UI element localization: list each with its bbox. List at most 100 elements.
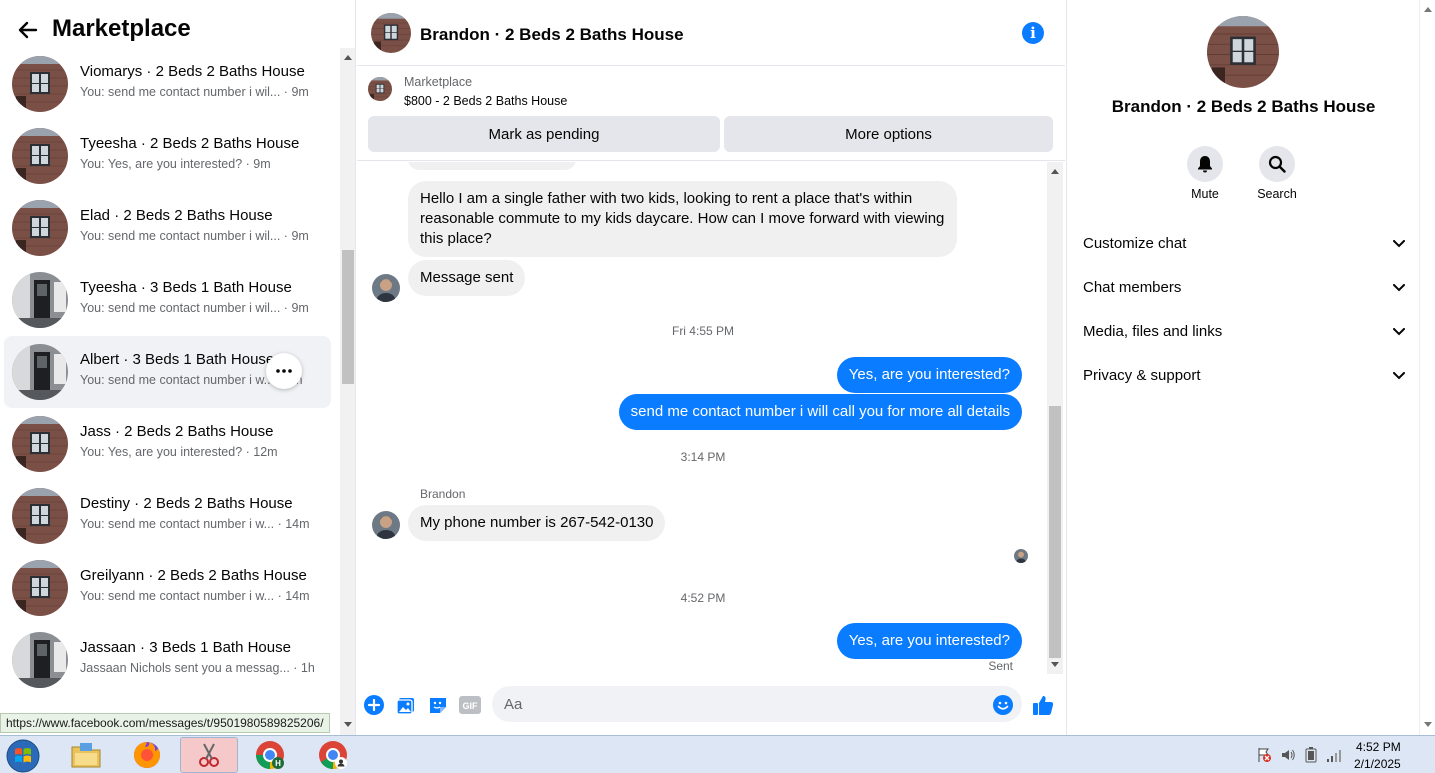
info-icon[interactable]: i — [1022, 22, 1044, 44]
conversation-sidebar: Marketplace Viomarys · 2 Beds 2 Baths Ho… — [0, 0, 356, 735]
sent-status: Sent — [988, 659, 1013, 673]
conversation-item[interactable]: Greilyann · 2 Beds 2 Baths House You: sen… — [4, 552, 331, 624]
conversation-snippet: You: send me contact number i w... · 14m — [80, 517, 310, 531]
photo-icon[interactable] — [395, 694, 417, 716]
mute-button[interactable]: Mute — [1175, 146, 1235, 201]
read-receipt-avatar — [1014, 549, 1028, 563]
message-bubble-incoming: My phone number is 267-542-0130 — [408, 505, 666, 541]
sidebar-scrollbar[interactable] — [340, 48, 355, 735]
listing-thumbnail — [12, 344, 68, 400]
chat-scrollbar[interactable] — [1047, 162, 1063, 674]
network-signal-icon[interactable] — [1326, 747, 1344, 768]
chat-info-panel: Brandon · 2 Beds 2 Baths House Mute Sear… — [1066, 0, 1419, 735]
scroll-down-arrow[interactable] — [1424, 722, 1432, 727]
sender-avatar[interactable] — [372, 274, 400, 302]
conversation-snippet: You: send me contact number i w... · 14m — [80, 589, 310, 603]
chevron-down-icon — [1393, 367, 1405, 384]
chat-avatar[interactable] — [371, 13, 411, 53]
message-bubble-outgoing: send me contact number i will call you f… — [618, 394, 1022, 430]
conversation-snippet: You: send me contact number i wil... · 9… — [80, 229, 309, 243]
listing-thumbnail — [12, 416, 68, 472]
firefox-icon[interactable] — [118, 737, 176, 773]
scroll-thumb[interactable] — [1049, 406, 1061, 658]
listing-thumbnail — [12, 56, 68, 112]
scroll-up-arrow[interactable] — [1424, 7, 1432, 12]
bell-icon — [1187, 146, 1223, 182]
conversation-item[interactable]: Viomarys · 2 Beds 2 Baths House You: send… — [4, 48, 331, 120]
message-bubble-partial — [408, 162, 576, 170]
message-bubble-outgoing: Yes, are you interested? — [836, 357, 1022, 393]
search-icon — [1259, 146, 1295, 182]
sender-name: Brandon — [420, 487, 466, 501]
section-label: Media, files and links — [1083, 322, 1223, 340]
search-button[interactable]: Search — [1247, 146, 1307, 201]
status-bar-url: https://www.facebook.com/messages/t/9501… — [0, 713, 330, 733]
message-input[interactable] — [492, 686, 1022, 722]
battery-icon[interactable] — [1305, 747, 1317, 768]
conversation-name: Elad · 2 Beds 2 Baths House — [80, 207, 273, 224]
volume-icon[interactable] — [1280, 747, 1296, 768]
more-options-button[interactable]: More options — [724, 116, 1053, 152]
chat-title[interactable]: Brandon · 2 Beds 2 Baths House — [420, 25, 684, 45]
sticker-icon[interactable] — [427, 694, 449, 716]
conversation-item[interactable]: Albert · 3 Beds 1 Bath House You: send me… — [4, 336, 331, 408]
customize-chat-section[interactable]: Customize chat — [1083, 225, 1405, 261]
listing-thumbnail — [12, 128, 68, 184]
mute-label: Mute — [1191, 187, 1219, 201]
chevron-down-icon — [1393, 323, 1405, 340]
conversation-item[interactable]: Elad · 2 Beds 2 Baths House You: send me … — [4, 192, 331, 264]
listing-thumbnail — [12, 272, 68, 328]
conversation-item[interactable]: Tyeesha · 3 Beds 1 Bath House You: send m… — [4, 264, 331, 336]
mark-pending-button[interactable]: Mark as pending — [368, 116, 720, 152]
plus-icon[interactable] — [363, 694, 385, 716]
back-arrow-icon[interactable] — [15, 17, 41, 43]
timestamp: 4:52 PM — [680, 591, 726, 605]
timestamp: 3:14 PM — [680, 450, 726, 464]
chat-members-section[interactable]: Chat members — [1083, 269, 1405, 305]
privacy-support-section[interactable]: Privacy & support — [1083, 357, 1405, 393]
thumbs-up-icon[interactable] — [1032, 694, 1054, 716]
conversation-item[interactable]: Tyeesha · 2 Beds 2 Baths House You: Yes, … — [4, 120, 331, 192]
scroll-thumb[interactable] — [342, 250, 354, 384]
clock-date[interactable]: 2/1/2025 — [1354, 757, 1401, 771]
listing-label: Marketplace — [404, 75, 473, 89]
page-scrollbar[interactable] — [1419, 0, 1435, 735]
scroll-up-arrow[interactable] — [344, 55, 352, 60]
conversation-item[interactable]: Jassaan · 3 Beds 1 Bath House Jassaan Nic… — [4, 624, 331, 696]
profile-title: Brandon · 2 Beds 2 Baths House — [1111, 97, 1376, 116]
scroll-up-arrow[interactable] — [1051, 169, 1059, 174]
action-center-flag-icon[interactable] — [1256, 747, 1272, 768]
sender-avatar[interactable] — [372, 511, 400, 539]
gif-icon[interactable]: GIF — [459, 694, 481, 716]
listing-thumbnail[interactable] — [368, 77, 392, 101]
conversation-name: Albert · 3 Beds 1 Bath House — [80, 351, 275, 368]
chevron-down-icon — [1393, 235, 1405, 252]
search-label: Search — [1257, 187, 1297, 201]
section-label: Customize chat — [1083, 234, 1187, 252]
message-bubble-incoming: Hello I am a single father with two kids… — [408, 181, 957, 257]
conversation-name: Tyeesha · 2 Beds 2 Baths House — [80, 135, 300, 152]
conversation-name: Greilyann · 2 Beds 2 Baths House — [80, 567, 307, 584]
message-bubble-incoming: Message sent — [408, 260, 526, 296]
file-explorer-icon[interactable] — [57, 737, 115, 773]
scroll-down-arrow[interactable] — [344, 722, 352, 727]
scroll-down-arrow[interactable] — [1051, 662, 1059, 667]
section-label: Chat members — [1083, 278, 1182, 296]
conversation-item[interactable]: Jass · 2 Beds 2 Baths House You: Yes, are… — [4, 408, 331, 480]
conversation-item[interactable]: Destiny · 2 Beds 2 Baths House You: send … — [4, 480, 331, 552]
chrome-profile-h-icon[interactable]: H — [241, 737, 299, 773]
chrome-profile-user-icon[interactable] — [304, 737, 362, 773]
conversation-snippet: You: Yes, are you interested? · 12m — [80, 445, 278, 459]
more-options-icon[interactable] — [266, 353, 302, 389]
emoji-icon[interactable] — [992, 694, 1014, 716]
clock-time[interactable]: 4:52 PM — [1356, 740, 1401, 754]
chat-panel: Brandon · 2 Beds 2 Baths House i Marketp… — [357, 0, 1065, 735]
profile-avatar[interactable] — [1207, 16, 1279, 88]
listing-price-title[interactable]: $800 - 2 Beds 2 Baths House — [404, 94, 567, 108]
chat-header: Brandon · 2 Beds 2 Baths House i — [357, 0, 1065, 66]
start-button[interactable] — [3, 738, 43, 773]
media-files-links-section[interactable]: Media, files and links — [1083, 313, 1405, 349]
snipping-tool-icon[interactable] — [180, 737, 238, 773]
conversation-snippet: You: send me contact number i wil... · 9… — [80, 301, 309, 315]
section-label: Privacy & support — [1083, 366, 1201, 384]
